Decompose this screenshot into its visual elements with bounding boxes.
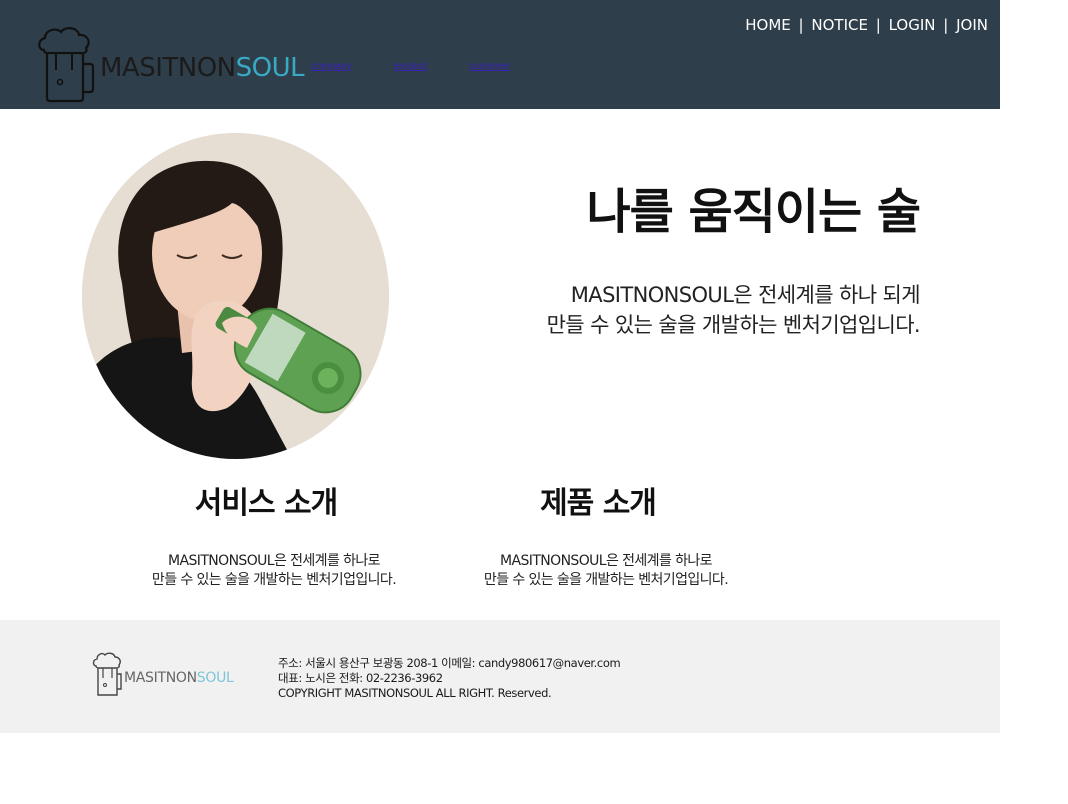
logo-wordmark-light: SOUL — [235, 53, 305, 83]
nav-link-product[interactable]: product — [394, 60, 427, 74]
footer-address-line: 주소: 서울시 용산구 보광동 208-1 이메일: candy980617@n… — [278, 656, 621, 670]
top-menu-separator: | — [943, 16, 949, 34]
footer-logo-wordmark[interactable]: MASITNONSOUL — [124, 670, 234, 686]
woman-drinking-photo — [82, 133, 389, 459]
main-nav: company product customer — [311, 60, 510, 74]
top-menu-join[interactable]: JOIN — [956, 16, 988, 34]
top-menu-login[interactable]: LOGIN — [889, 16, 936, 34]
footer-contact-line: 대표: 노시은 전화: 02-2236-3962 — [278, 671, 443, 685]
hero-title: 나를 움직이는 술 — [586, 184, 921, 240]
service-intro-line: MASITNONSOUL은 전세계를 하나로 — [168, 553, 380, 569]
top-menu-home[interactable]: HOME — [745, 16, 791, 34]
top-menu-separator: | — [798, 16, 804, 34]
footer-copyright-line: COPYRIGHT MASITNONSOUL ALL RIGHT. Reserv… — [278, 686, 552, 700]
site-header: MASITNONSOUL company product customer HO… — [0, 0, 1000, 109]
footer-info: 주소: 서울시 용산구 보광동 208-1 이메일: candy980617@n… — [278, 656, 621, 701]
service-intro-line: 만들 수 있는 술을 개발하는 벤처기업입니다. — [151, 572, 397, 588]
top-menu-notice[interactable]: NOTICE — [811, 16, 868, 34]
product-intro-description: MASITNONSOUL은 전세계를 하나로 만들 수 있는 술을 개발하는 벤… — [446, 552, 766, 590]
service-intro-title: 서비스 소개 — [194, 486, 338, 521]
product-intro-line: 만들 수 있는 술을 개발하는 벤처기업입니다. — [483, 572, 729, 588]
nav-link-customer[interactable]: customer — [469, 60, 510, 74]
beer-mug-logo-icon[interactable] — [36, 26, 96, 104]
site-footer: MASITNONSOUL 주소: 서울시 용산구 보광동 208-1 이메일: … — [0, 620, 1000, 733]
nav-link-company[interactable]: company — [311, 60, 352, 74]
hero-description-line: MASITNONSOUL은 전세계를 하나 되게 — [570, 283, 921, 307]
footer-logo-dark: MASITNON — [124, 670, 197, 686]
logo-wordmark[interactable]: MASITNONSOUL — [100, 52, 305, 84]
hero-description: MASITNONSOUL은 전세계를 하나 되게 만들 수 있는 술을 개발하는… — [430, 280, 921, 340]
product-intro-title: 제품 소개 — [540, 486, 657, 521]
beer-mug-logo-icon[interactable] — [92, 652, 124, 698]
hero-description-line: 만들 수 있는 술을 개발하는 벤처기업입니다. — [546, 313, 921, 337]
logo-wordmark-dark: MASITNON — [100, 53, 236, 83]
top-menu: HOME | NOTICE | LOGIN | JOIN — [745, 15, 988, 35]
hero-photo — [82, 133, 389, 459]
service-intro-description: MASITNONSOUL은 전세계를 하나로 만들 수 있는 술을 개발하는 벤… — [114, 552, 434, 590]
product-intro-line: MASITNONSOUL은 전세계를 하나로 — [500, 553, 712, 569]
top-menu-separator: | — [875, 16, 881, 34]
footer-logo-light: SOUL — [196, 670, 234, 686]
